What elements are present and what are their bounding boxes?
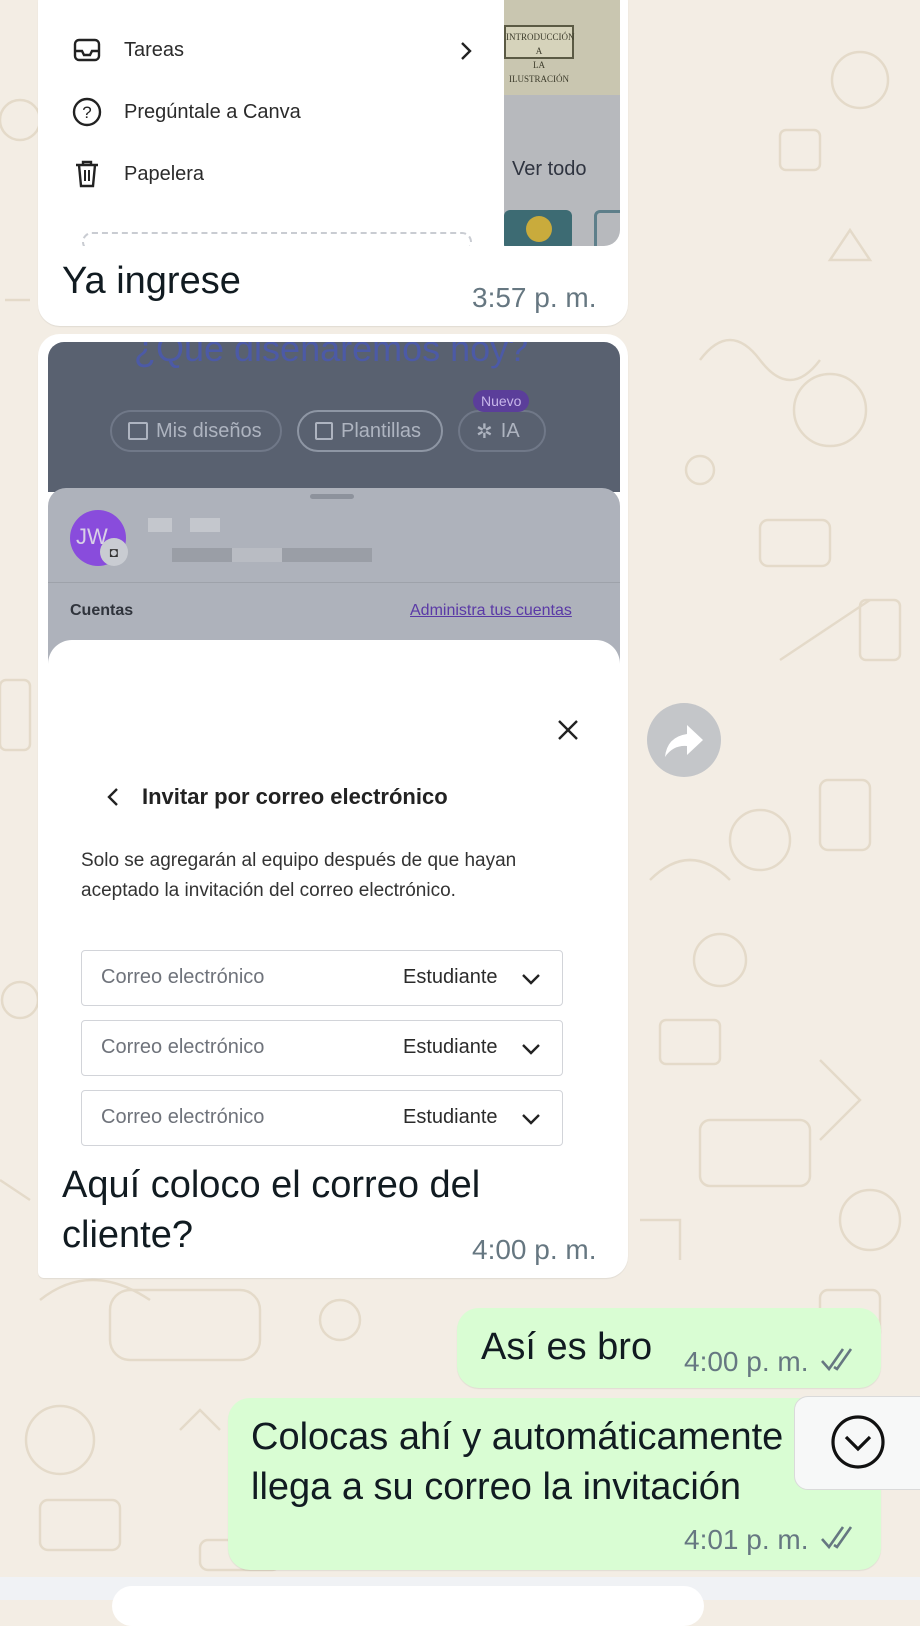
accounts-label: Cuentas (70, 602, 134, 619)
read-receipt-icon (821, 1348, 853, 1372)
template-thumbnail (594, 210, 620, 246)
message-text: Así es bro (481, 1326, 653, 1368)
template-icon (315, 422, 333, 440)
chevron-right-icon (461, 42, 472, 60)
dashed-divider (82, 232, 472, 246)
chevron-down-icon (522, 1044, 540, 1055)
email-field: Correo electrónico (101, 1036, 265, 1058)
shared-screenshot-invite[interactable]: ¿Qué diseñaremos hoy? Mis diseños Planti… (48, 342, 620, 1150)
drag-handle (310, 494, 354, 499)
thumbnail-title-2: LA ILUSTRACIÓN (509, 60, 569, 84)
message-time: 4:00 p. m. (472, 1234, 597, 1265)
invite-dialog: Invitar por correo electrónico Solo se a… (48, 640, 620, 1150)
message-composer (0, 1577, 920, 1626)
menu-item-papelera: Papelera (70, 154, 204, 194)
pill-mis-disenos: Mis diseños (110, 410, 282, 452)
role-select: Estudiante (403, 1036, 498, 1058)
redacted-email (172, 548, 372, 562)
scroll-to-bottom-button[interactable] (794, 1396, 920, 1490)
message-time: 3:57 p. m. (472, 282, 597, 313)
close-icon[interactable] (556, 718, 580, 742)
help-circle-icon: ? (72, 97, 102, 127)
dimmed-header: ¿Qué diseñaremos hoy? Mis diseños Planti… (48, 342, 620, 492)
message-text: Ya ingrese (62, 260, 241, 302)
message-text-line1: Colocas ahí y automáticamente (251, 1416, 784, 1458)
email-field: Correo electrónico (101, 1106, 265, 1128)
thumbnail-title-1: INTRODUCCIÓN A (506, 32, 575, 56)
email-input-row: Correo electrónico Estudiante (81, 950, 563, 1006)
inbox-icon (73, 38, 101, 62)
folder-icon (128, 422, 148, 440)
new-badge: Nuevo (473, 390, 530, 412)
chevron-down-circle-icon (831, 1415, 885, 1469)
see-all-link: Ver todo (512, 158, 587, 180)
message-text-line2: llega a su correo la invitación (251, 1466, 742, 1508)
svg-text:?: ? (82, 103, 91, 122)
redacted-name (148, 518, 268, 532)
message-time: 4:00 p. m. (684, 1346, 809, 1377)
chevron-down-icon (522, 1114, 540, 1125)
email-field: Correo electrónico (101, 966, 265, 988)
sparkle-icon: ✲ (476, 420, 493, 443)
dialog-description-line1: Solo se agregarán al equipo después de q… (81, 850, 517, 871)
message-text-line1: Aquí coloco el correo del (62, 1164, 481, 1206)
message-input[interactable] (112, 1586, 704, 1626)
menu-item-label: Papelera (124, 162, 205, 185)
message-text-line2: cliente? (62, 1214, 193, 1256)
chevron-down-icon (522, 974, 540, 985)
forward-button[interactable] (647, 703, 721, 777)
message-time: 4:01 p. m. (684, 1524, 809, 1555)
dialog-title: Invitar por correo electrónico (142, 784, 448, 809)
role-select: Estudiante (403, 966, 498, 988)
email-input-row: Correo electrónico Estudiante (81, 1020, 563, 1076)
menu-item-tareas: Tareas (70, 30, 184, 70)
page-headline: ¿Qué diseñaremos hoy? (134, 342, 529, 369)
forward-arrow-icon (665, 725, 703, 757)
shared-screenshot-menu[interactable]: Tareas ? Pregúntale a Canva Papelera INT… (48, 0, 620, 246)
dialog-description-line2: aceptado la invitación del correo electr… (81, 880, 456, 901)
menu-item-ask-canva: ? Pregúntale a Canva (70, 92, 301, 132)
menu-item-label: Tareas (124, 38, 185, 61)
trash-icon (76, 160, 98, 188)
template-thumbnail (504, 210, 572, 246)
chevron-left-icon[interactable] (106, 786, 120, 808)
dimmed-side-panel: INTRODUCCIÓN A LA ILUSTRACIÓN Ver todo (504, 0, 620, 246)
divider (48, 582, 620, 583)
manage-accounts-link: Administra tus cuentas (410, 602, 572, 619)
read-receipt-icon (821, 1526, 853, 1550)
template-thumbnail: INTRODUCCIÓN A LA ILUSTRACIÓN (504, 0, 620, 95)
camera-icon: ◘ (100, 538, 128, 566)
menu-item-label: Pregúntale a Canva (124, 100, 301, 123)
email-input-row: Correo electrónico Estudiante (81, 1090, 563, 1146)
role-select: Estudiante (403, 1106, 498, 1128)
pill-ia: ✲ IA (458, 410, 546, 452)
pill-plantillas: Plantillas (297, 410, 443, 452)
